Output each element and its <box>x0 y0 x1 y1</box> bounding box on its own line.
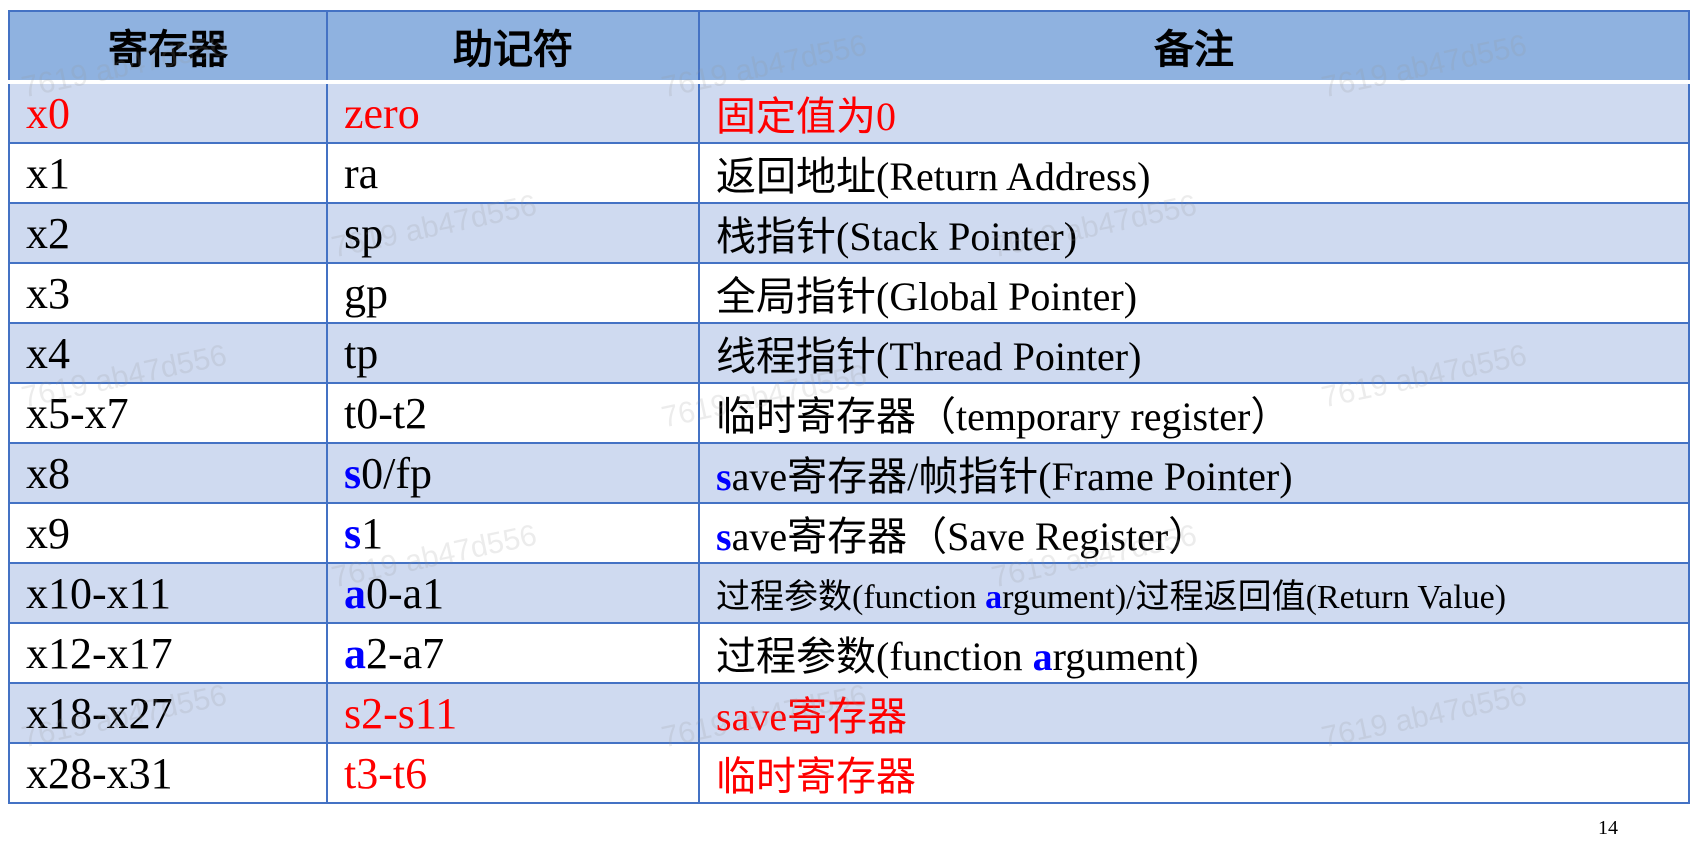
cell-text: tp <box>344 328 379 378</box>
table-row: x2 sp 栈指针(Stack Pointer) <box>8 202 1690 264</box>
note-cell: save寄存器 <box>698 682 1690 744</box>
cell-text: 临时寄存器（temporary register） <box>716 394 1291 439</box>
note-cell: 栈指针(Stack Pointer) <box>698 202 1690 264</box>
cell-text: t3-t6 <box>344 748 428 798</box>
note-cell: save寄存器/帧指针(Frame Pointer) <box>698 442 1690 504</box>
register-cell: x12-x17 <box>8 622 328 684</box>
cell-text: s2-s11 <box>344 688 458 738</box>
table-row: x4 tp 线程指针(Thread Pointer) <box>8 322 1690 384</box>
cell-text: 临时寄存器 <box>716 754 916 799</box>
cell-text: zero <box>344 88 420 138</box>
cell-text: 过程参数(function <box>716 634 1033 679</box>
register-cell: x8 <box>8 442 328 504</box>
table-row: x12-x17 a2-a7 过程参数(function argument) <box>8 622 1690 684</box>
cell-text: sp <box>344 208 384 258</box>
header-row: 寄存器 助记符 备注 <box>8 10 1690 84</box>
cell-text: ave寄存器（Save Register） <box>731 514 1209 559</box>
register-cell: x2 <box>8 202 328 264</box>
register-cell: x4 <box>8 322 328 384</box>
note-cell: 过程参数(function argument) <box>698 622 1690 684</box>
cell-text: t0-t2 <box>344 388 428 438</box>
table-body: x0 zero 固定值为0 x1 ra 返回地址(Return Address) x2 sp 栈… <box>8 81 1690 804</box>
mnemonic-cell: a2-a7 <box>326 622 700 684</box>
mnemonic-cell: ra <box>326 142 700 204</box>
highlight-letter: s <box>716 514 732 559</box>
cell-text: gp <box>344 268 388 318</box>
note-cell: 固定值为0 <box>698 81 1690 144</box>
cell-text: 全局指针(Global Pointer) <box>716 274 1138 319</box>
cell-text: save寄存器 <box>716 694 908 739</box>
cell-text: 固定值为0 <box>716 94 896 139</box>
highlight-letter: s <box>344 508 362 558</box>
mnemonic-cell: s2-s11 <box>326 682 700 744</box>
table-row: x0 zero 固定值为0 <box>8 81 1690 144</box>
cell-text: 0/fp <box>361 448 433 498</box>
highlight-letter: a <box>344 568 366 618</box>
page-number: 14 <box>1598 817 1618 839</box>
mnemonic-cell: s1 <box>326 502 700 564</box>
table-row: x8 s0/fp save寄存器/帧指针(Frame Pointer) <box>8 442 1690 504</box>
note-cell: 临时寄存器 <box>698 742 1690 804</box>
highlight-letter: a <box>985 578 1003 616</box>
register-cell: x5-x7 <box>8 382 328 444</box>
note-cell: 返回地址(Return Address) <box>698 142 1690 204</box>
mnemonic-cell: tp <box>326 322 700 384</box>
register-cell: x0 <box>8 81 328 144</box>
note-cell: 全局指针(Global Pointer) <box>698 262 1690 324</box>
highlight-letter: a <box>344 628 366 678</box>
register-cell: x1 <box>8 142 328 204</box>
note-cell: save寄存器（Save Register） <box>698 502 1690 564</box>
table-row: x3 gp 全局指针(Global Pointer) <box>8 262 1690 324</box>
cell-text: 1 <box>361 508 384 558</box>
mnemonic-cell: a0-a1 <box>326 562 700 624</box>
mnemonic-cell: zero <box>326 81 700 144</box>
mnemonic-cell: s0/fp <box>326 442 700 504</box>
mnemonic-cell: t3-t6 <box>326 742 700 804</box>
cell-text: rgument)/过程返回值(Return Value) <box>1002 578 1507 616</box>
cell-text: 2-a7 <box>366 628 445 678</box>
highlight-letter: s <box>344 448 362 498</box>
table-row: x18-x27 s2-s11 save寄存器 <box>8 682 1690 744</box>
cell-text: 过程参数(function <box>716 578 986 616</box>
note-cell: 临时寄存器（temporary register） <box>698 382 1690 444</box>
note-cell: 线程指针(Thread Pointer) <box>698 322 1690 384</box>
highlight-letter: a <box>1032 634 1053 679</box>
register-cell: x9 <box>8 502 328 564</box>
table-row: x5-x7 t0-t2 临时寄存器（temporary register） <box>8 382 1690 444</box>
table-row: x10-x11 a0-a1 过程参数(function argument)/过程返回… <box>8 562 1690 624</box>
header-register: 寄存器 <box>8 10 328 84</box>
cell-text: 栈指针(Stack Pointer) <box>716 214 1078 259</box>
register-table: 寄存器 助记符 备注 x0 zero 固定值为0 x1 ra 返回地址(Return Ad… <box>8 10 1690 804</box>
cell-text: 线程指针(Thread Pointer) <box>716 334 1142 379</box>
table-row: x28-x31 t3-t6 临时寄存器 <box>8 742 1690 804</box>
register-cell: x10-x11 <box>8 562 328 624</box>
cell-text: ra <box>344 148 379 198</box>
cell-text: 0-a1 <box>366 568 445 618</box>
mnemonic-cell: t0-t2 <box>326 382 700 444</box>
table-row: x9 s1 save寄存器（Save Register） <box>8 502 1690 564</box>
register-cell: x18-x27 <box>8 682 328 744</box>
cell-text: ave寄存器/帧指针(Frame Pointer) <box>731 454 1293 499</box>
highlight-letter: s <box>716 454 732 499</box>
cell-text: rgument) <box>1052 634 1199 679</box>
table-row: x1 ra 返回地址(Return Address) <box>8 142 1690 204</box>
mnemonic-cell: gp <box>326 262 700 324</box>
register-cell: x3 <box>8 262 328 324</box>
header-mnemonic: 助记符 <box>326 10 700 84</box>
register-cell: x28-x31 <box>8 742 328 804</box>
mnemonic-cell: sp <box>326 202 700 264</box>
cell-text: 返回地址(Return Address) <box>716 154 1151 199</box>
note-cell: 过程参数(function argument)/过程返回值(Return Val… <box>698 562 1690 624</box>
header-note: 备注 <box>698 10 1690 84</box>
